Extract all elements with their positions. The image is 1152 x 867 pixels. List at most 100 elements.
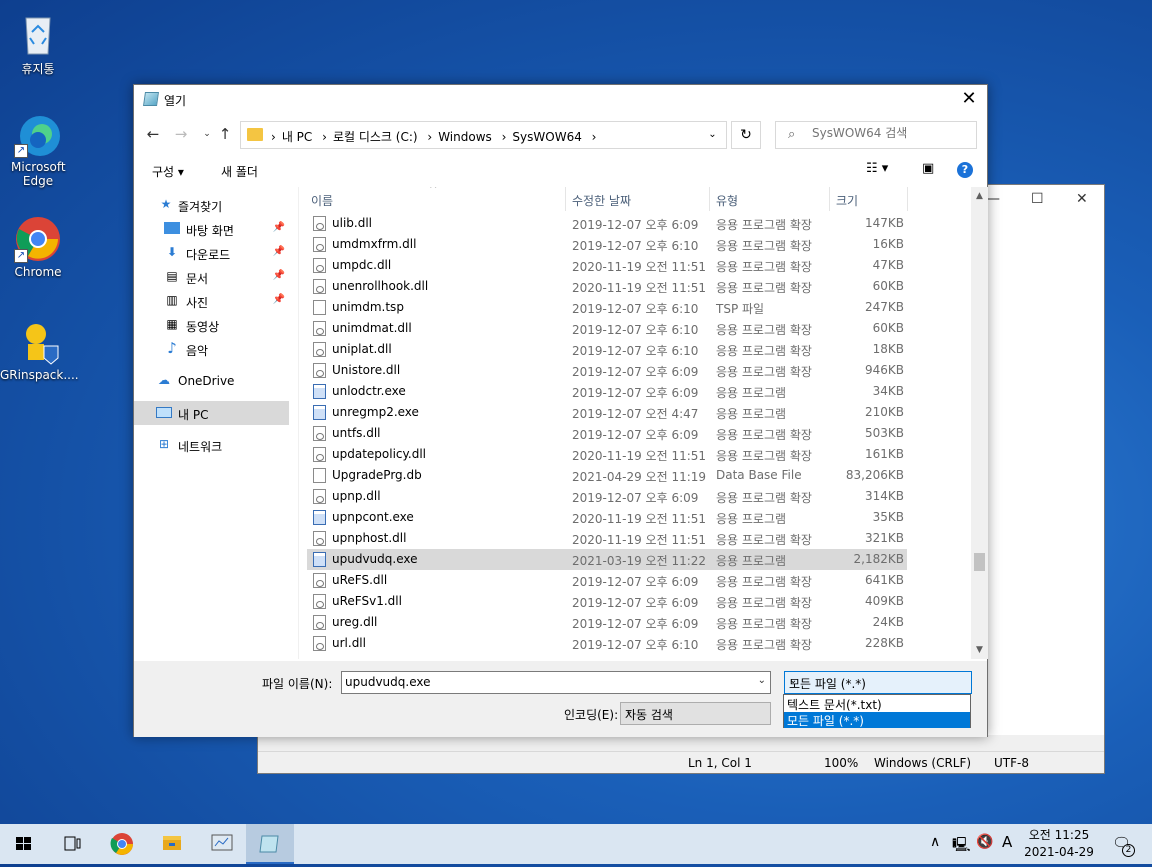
file-row[interactable]: unlodctr.exe 2019-12-07 오후 6:09 응용 프로그램 34K… [307, 381, 907, 402]
search-box[interactable]: ⌕ [775, 121, 977, 149]
vertical-scrollbar[interactable]: ▲ ▼ [971, 187, 988, 659]
back-arrow-icon[interactable]: ← [144, 125, 162, 143]
file-row[interactable]: uniplat.dll 2019-12-07 오후 6:10 응용 프로그램 확장 1… [307, 339, 907, 360]
start-button[interactable] [0, 824, 48, 864]
column-header-date[interactable]: 수정한 날짜 [572, 192, 631, 209]
preview-pane-icon[interactable]: ▣ [922, 161, 934, 176]
column-separator[interactable] [829, 187, 830, 211]
filename-combobox[interactable]: ⌄ [341, 671, 771, 694]
file-row[interactable]: upnpcont.exe 2020-11-19 오전 11:51 응용 프로그램 35… [307, 507, 907, 528]
pane-splitter[interactable] [298, 187, 299, 659]
nav-item-documents[interactable]: ▤ 문서 📌 [134, 265, 289, 289]
filetype-select[interactable]: 모든 파일 (*.*) ⌄ [784, 671, 972, 694]
desktop-icon-grinspack[interactable]: GRinspack.... [0, 318, 79, 382]
taskbar-notepad[interactable] [246, 824, 294, 864]
chevron-down-icon[interactable]: ⌄ [758, 675, 766, 686]
volume-muted-icon[interactable]: 🔇 [976, 834, 993, 850]
nav-item-this-pc[interactable]: 내 PC [134, 401, 289, 425]
recent-dropdown-icon[interactable]: ⌄ [198, 125, 216, 143]
breadcrumb-item[interactable]: Windows [438, 130, 492, 144]
file-row[interactable]: Unistore.dll 2019-12-07 오후 6:09 응용 프로그램 확장… [307, 360, 907, 381]
nav-item-videos[interactable]: ▦ 동영상 [134, 313, 289, 337]
nav-item-pictures[interactable]: ▥ 사진 📌 [134, 289, 289, 313]
address-dropdown-icon[interactable]: ⌄ [698, 122, 726, 148]
file-row[interactable]: untfs.dll 2019-12-07 오후 6:09 응용 프로그램 확장 503… [307, 423, 907, 444]
file-row[interactable]: unregmp2.exe 2019-12-07 오전 4:47 응용 프로그램 210… [307, 402, 907, 423]
file-row[interactable]: umdmxfrm.dll 2019-12-07 오후 6:10 응용 프로그램 확장… [307, 234, 907, 255]
column-header-name[interactable]: 이름 [311, 192, 333, 209]
horizontal-scrollbar[interactable] [258, 735, 1104, 751]
ime-indicator[interactable]: A [1002, 833, 1012, 851]
breadcrumb-item[interactable]: 로컬 디스크 (C:) [333, 130, 418, 144]
column-separator[interactable] [709, 187, 710, 211]
file-row[interactable]: uReFSv1.dll 2019-12-07 오후 6:09 응용 프로그램 확장 4… [307, 591, 907, 612]
clock[interactable]: 오전 11:25 2021-04-29 [1022, 827, 1096, 861]
chevron-down-icon[interactable]: ⌄ [789, 675, 967, 686]
encoding-select[interactable]: 자동 검색 ⌄ [620, 702, 771, 725]
open-file-dialog[interactable]: 열기 ✕ ← → ⌄ ↑ › 내 PC › 로컬 디스크 (C:) › Windows… [133, 84, 988, 737]
file-row[interactable]: upnphost.dll 2020-11-19 오전 11:51 응용 프로그램 확… [307, 528, 907, 549]
close-icon[interactable]: ✕ [1076, 191, 1088, 207]
maximize-icon[interactable]: ☐ [1031, 191, 1044, 207]
file-row[interactable]: ulib.dll 2019-12-07 오후 6:09 응용 프로그램 확장 147K… [307, 213, 907, 234]
filetype-option[interactable]: 모든 파일 (*.*) [784, 712, 970, 728]
column-separator[interactable] [907, 187, 908, 211]
file-row[interactable]: ureg.dll 2019-12-07 오후 6:09 응용 프로그램 확장 24KB [307, 612, 907, 633]
file-row[interactable]: UpgradePrg.db 2021-04-29 오전 11:19 Data Bas… [307, 465, 907, 486]
file-row[interactable]: unimdm.tsp 2019-12-07 오후 6:10 TSP 파일 247KB [307, 297, 907, 318]
dialog-titlebar[interactable]: 열기 ✕ [134, 85, 987, 115]
desktop-icon-recycle-bin[interactable]: 휴지통 [0, 10, 76, 77]
file-row[interactable]: uReFS.dll 2019-12-07 오후 6:09 응용 프로그램 확장 641… [307, 570, 907, 591]
pin-icon[interactable]: 📌 [273, 222, 285, 233]
file-name: unlodctr.exe [332, 384, 406, 398]
taskbar-file-explorer[interactable] [148, 824, 196, 864]
up-arrow-icon[interactable]: ↑ [216, 125, 234, 143]
forward-arrow-icon[interactable]: → [172, 125, 190, 143]
pin-icon[interactable]: 📌 [273, 270, 285, 281]
refresh-button[interactable]: ↻ [731, 121, 761, 149]
nav-item-onedrive[interactable]: ☁ OneDrive [134, 369, 289, 393]
task-view-button[interactable] [48, 824, 96, 864]
nav-item-downloads[interactable]: ⬇ 다운로드 📌 [134, 241, 289, 265]
file-row[interactable]: upudvudq.exe 2021-03-19 오전 11:22 응용 프로그램 2,… [307, 549, 907, 570]
file-row[interactable]: url.dll 2019-12-07 오후 6:10 응용 프로그램 확장 228KB [307, 633, 907, 654]
pin-icon[interactable]: 📌 [273, 294, 285, 305]
filename-input[interactable] [345, 675, 735, 689]
file-row[interactable]: upnp.dll 2019-12-07 오후 6:09 응용 프로그램 확장 314K… [307, 486, 907, 507]
desktop-icon-chrome[interactable]: ↗ Chrome [0, 215, 76, 279]
file-row[interactable]: updatepolicy.dll 2020-11-19 오전 11:51 응용 프로… [307, 444, 907, 465]
file-name: upudvudq.exe [332, 552, 418, 566]
minimize-icon[interactable]: — [986, 191, 1000, 207]
view-options-icon[interactable]: ☷ ▾ [866, 161, 888, 176]
file-row[interactable]: unimdmat.dll 2019-12-07 오후 6:10 응용 프로그램 확장… [307, 318, 907, 339]
column-header-type[interactable]: 유형 [716, 192, 738, 209]
nav-item-network[interactable]: ⊞ 네트워크 [134, 433, 289, 457]
chevron-down-icon[interactable]: ⌄ [625, 706, 766, 717]
new-folder-button[interactable]: 새 폴더 [221, 163, 258, 180]
show-hidden-icons[interactable]: ∧ [930, 834, 940, 850]
breadcrumb-item[interactable]: SysWOW64 [512, 130, 581, 144]
pin-icon[interactable]: 📌 [273, 246, 285, 257]
address-bar[interactable]: › 내 PC › 로컬 디스크 (C:) › Windows › SysWOW64 › … [240, 121, 727, 149]
organize-button[interactable]: 구성 ▾ [152, 163, 184, 180]
nav-item-quick-access[interactable]: ★ 즐겨찾기 [134, 193, 289, 217]
nav-item-desktop[interactable]: 바탕 화면 📌 [134, 217, 289, 241]
file-date: 2021-03-19 오전 11:22 [572, 554, 707, 568]
breadcrumb-item[interactable]: 내 PC [282, 130, 312, 144]
filetype-option[interactable]: 텍스트 문서(*.txt) [784, 696, 970, 712]
file-row[interactable]: unenrollhook.dll 2020-11-19 오전 11:51 응용 프로… [307, 276, 907, 297]
help-icon[interactable]: ? [957, 162, 973, 178]
network-status-icon[interactable]: 🖳 [952, 834, 971, 858]
column-header-size[interactable]: 크기 [836, 192, 858, 209]
desktop-icon-edge[interactable]: ↗ Microsoft Edge [0, 110, 76, 188]
column-separator[interactable] [565, 187, 566, 211]
taskbar-app[interactable] [198, 824, 246, 864]
search-input[interactable] [812, 126, 972, 140]
file-row[interactable]: umpdc.dll 2020-11-19 오전 11:51 응용 프로그램 확장 47… [307, 255, 907, 276]
scrollbar-thumb[interactable] [974, 553, 985, 571]
taskbar-chrome[interactable] [98, 824, 146, 864]
scroll-up-icon[interactable]: ▲ [971, 191, 988, 201]
nav-item-music[interactable]: ♪ 음악 [134, 337, 289, 361]
scroll-down-icon[interactable]: ▼ [971, 645, 988, 655]
close-icon[interactable]: ✕ [957, 89, 981, 111]
